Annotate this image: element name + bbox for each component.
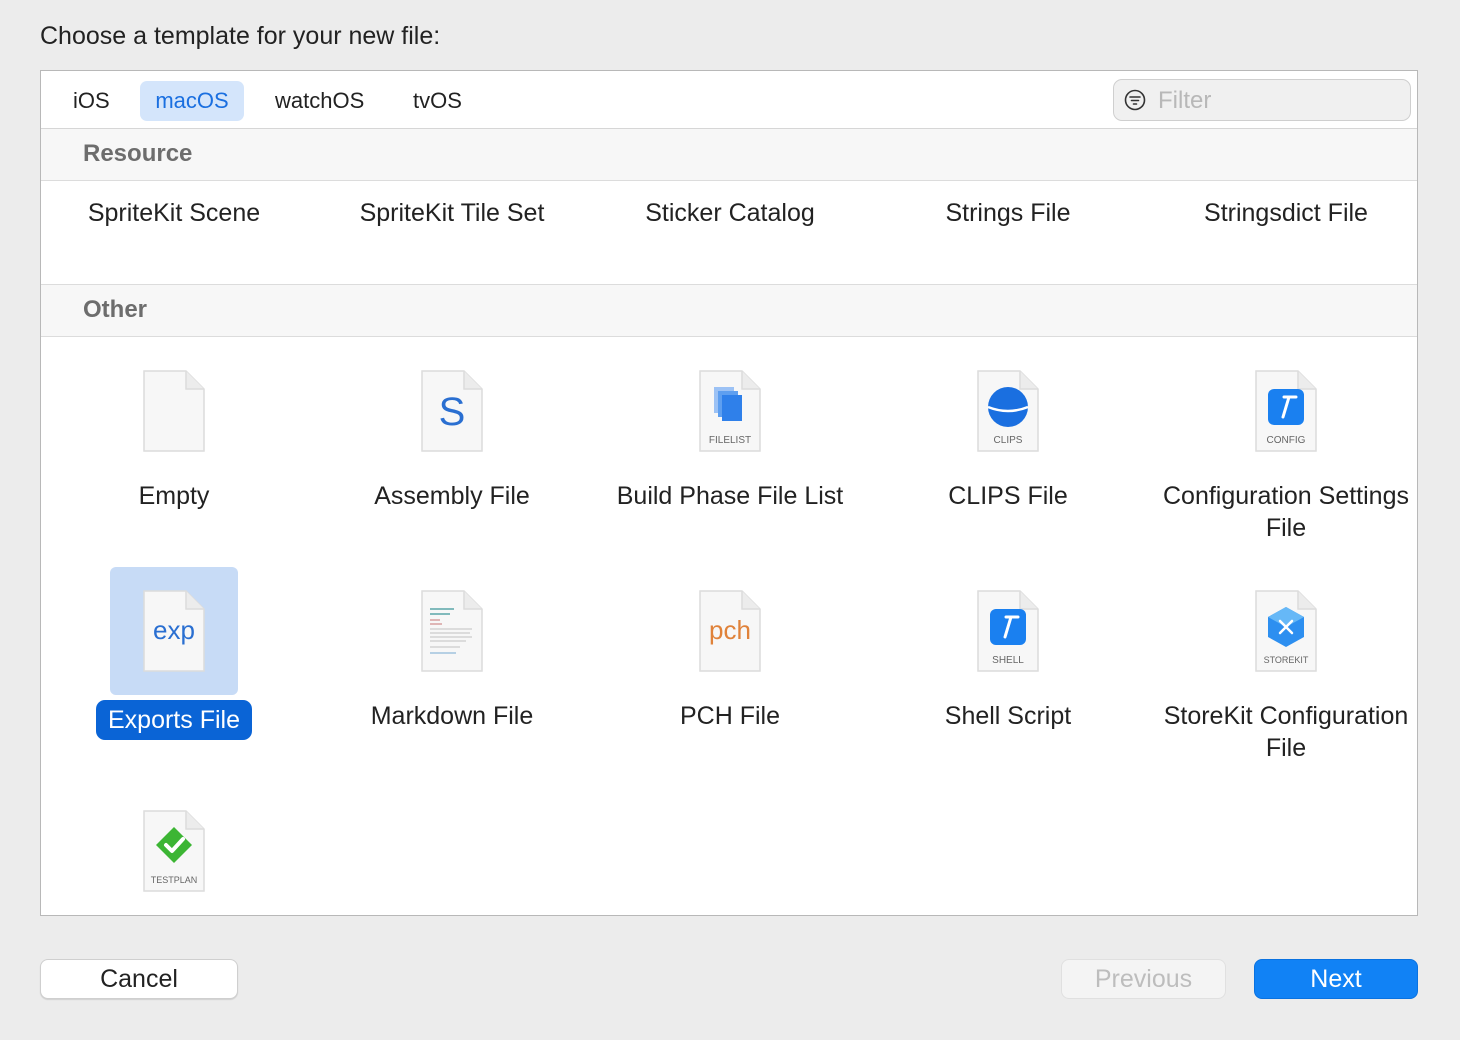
template-shell-script[interactable]: SHELL Shell Script — [883, 567, 1133, 732]
template-label: Empty — [138, 482, 210, 510]
template-label: CLIPS File — [948, 482, 1068, 510]
selection-highlight: exp — [110, 567, 238, 695]
template-panel: iOS macOS watchOS tvOS Resource SpriteKi… — [40, 70, 1418, 916]
next-button[interactable]: Next — [1254, 959, 1418, 999]
filter-field[interactable] — [1113, 79, 1411, 121]
clips-document-icon: CLIPS — [977, 370, 1039, 452]
svg-text:FILELIST: FILELIST — [709, 435, 751, 446]
template-spritekit-scene[interactable]: SpriteKit Scene — [49, 199, 299, 228]
template-configuration-settings-file[interactable]: CONFIG Configuration Settings File — [1161, 347, 1411, 544]
template-label: PCH File — [679, 702, 780, 730]
svg-text:SHELL: SHELL — [992, 655, 1024, 666]
config-document-icon: CONFIG — [1255, 370, 1317, 452]
template-empty[interactable]: Empty — [49, 347, 299, 512]
template-markdown-file[interactable]: Markdown File — [327, 567, 577, 732]
previous-button[interactable]: Previous — [1061, 959, 1226, 999]
template-test-plan[interactable]: TESTPLAN — [49, 787, 299, 915]
storekit-document-icon: STOREKIT — [1255, 590, 1317, 672]
template-label: Build Phase File List — [616, 482, 844, 510]
template-stringsdict-file[interactable]: Stringsdict File — [1161, 199, 1411, 228]
template-assembly-file[interactable]: S Assembly File — [327, 347, 577, 512]
template-label: Configuration Settings File — [1163, 482, 1409, 542]
new-file-dialog: Choose a template for your new file: iOS… — [0, 0, 1460, 1040]
svg-text:STOREKIT: STOREKIT — [1264, 655, 1309, 665]
svg-text:pch: pch — [709, 615, 751, 645]
template-spritekit-tile-set[interactable]: SpriteKit Tile Set — [327, 199, 577, 228]
platform-tabbar: iOS macOS watchOS tvOS — [41, 71, 1417, 129]
template-storekit-configuration-file[interactable]: STOREKIT StoreKit Configuration File — [1161, 567, 1411, 764]
template-label: StoreKit Configuration File — [1163, 702, 1409, 762]
section-header-other: Other — [41, 285, 1417, 337]
template-label: Shell Script — [944, 702, 1072, 730]
template-sticker-catalog[interactable]: Sticker Catalog — [605, 199, 855, 228]
shell-document-icon: SHELL — [977, 590, 1039, 672]
tab-watchos[interactable]: watchOS — [261, 81, 378, 121]
template-exports-file[interactable]: exp Exports File — [49, 567, 299, 740]
svg-text:S: S — [439, 390, 466, 434]
testplan-document-icon: TESTPLAN — [143, 810, 205, 892]
tab-tvos[interactable]: tvOS — [399, 81, 476, 121]
template-label: Exports File — [96, 700, 252, 740]
template-label: Markdown File — [370, 702, 534, 730]
tab-macos[interactable]: macOS — [140, 81, 244, 121]
filelist-document-icon: FILELIST — [699, 370, 761, 452]
markdown-document-icon — [421, 590, 483, 672]
filter-icon — [1124, 89, 1146, 111]
svg-text:CLIPS: CLIPS — [994, 435, 1023, 446]
template-label: Assembly File — [374, 482, 530, 510]
svg-text:TESTPLAN: TESTPLAN — [151, 875, 198, 885]
pch-document-icon: pch — [699, 590, 761, 672]
template-build-phase-file-list[interactable]: FILELIST Build Phase File List — [605, 347, 855, 512]
filter-input[interactable] — [1156, 84, 1400, 118]
svg-text:CONFIG: CONFIG — [1267, 435, 1306, 446]
cancel-button[interactable]: Cancel — [40, 959, 238, 999]
exp-document-icon: exp — [143, 590, 205, 672]
assembly-s-document-icon: S — [421, 370, 483, 452]
tab-ios[interactable]: iOS — [59, 81, 124, 121]
section-title: Other — [83, 296, 148, 323]
resource-row: SpriteKit Scene SpriteKit Tile Set Stick… — [41, 181, 1417, 285]
template-pch-file[interactable]: pch PCH File — [605, 567, 855, 732]
section-header-resource: Resource — [41, 129, 1417, 181]
template-strings-file[interactable]: Strings File — [883, 199, 1133, 228]
svg-text:exp: exp — [153, 615, 195, 645]
template-clips-file[interactable]: CLIPS CLIPS File — [883, 347, 1133, 512]
blank-document-icon — [143, 370, 205, 452]
section-title: Resource — [83, 140, 193, 167]
dialog-prompt: Choose a template for your new file: — [40, 22, 441, 50]
